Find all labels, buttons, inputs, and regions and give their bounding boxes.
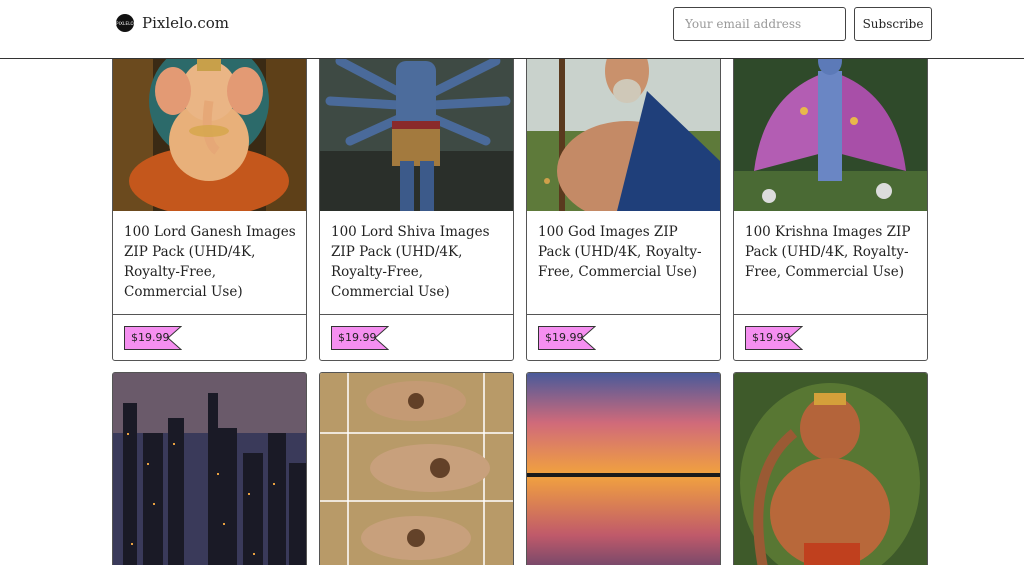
product-card-hanuman[interactable] (733, 372, 928, 565)
site-logo-link[interactable]: PIXLELO Pixlelo.com (116, 14, 229, 32)
card-divider (734, 314, 927, 315)
product-card-shiva[interactable]: 100 Lord Shiva Images ZIP Pack (UHD/4K, … (319, 30, 514, 361)
product-title[interactable]: 100 Lord Ganesh Images ZIP Pack (UHD/4K,… (124, 222, 300, 302)
product-card-krishna[interactable]: 100 Krishna Images ZIP Pack (UHD/4K, Roy… (733, 30, 928, 361)
product-card-city[interactable] (112, 372, 307, 565)
price-tag: $19.99 (124, 326, 182, 350)
product-card-ganesh[interactable]: 100 Lord Ganesh Images ZIP Pack (UHD/4K,… (112, 30, 307, 361)
card-divider (527, 314, 720, 315)
price-label: $19.99 (545, 331, 584, 344)
price-label: $19.99 (752, 331, 791, 344)
email-input[interactable] (673, 7, 846, 41)
product-card-henna[interactable] (319, 372, 514, 565)
site-header: PIXLELO Pixlelo.com Subscribe (0, 0, 1024, 59)
price-tag: $19.99 (745, 326, 803, 350)
card-divider (320, 314, 513, 315)
logo-icon: PIXLELO (116, 14, 134, 32)
subscribe-button[interactable]: Subscribe (854, 7, 932, 41)
product-image-city[interactable] (113, 373, 306, 565)
site-name: Pixlelo.com (142, 14, 230, 32)
product-card-god[interactable]: 100 God Images ZIP Pack (UHD/4K, Royalty… (526, 30, 721, 361)
product-title[interactable]: 100 God Images ZIP Pack (UHD/4K, Royalty… (538, 222, 714, 282)
product-image-sunset[interactable] (527, 373, 720, 565)
product-title[interactable]: 100 Krishna Images ZIP Pack (UHD/4K, Roy… (745, 222, 921, 282)
price-label: $19.99 (338, 331, 377, 344)
price-tag: $19.99 (331, 326, 389, 350)
card-divider (113, 314, 306, 315)
product-title[interactable]: 100 Lord Shiva Images ZIP Pack (UHD/4K, … (331, 222, 507, 302)
product-card-sunset[interactable] (526, 372, 721, 565)
price-label: $19.99 (131, 331, 170, 344)
price-tag: $19.99 (538, 326, 596, 350)
product-image-hanuman[interactable] (734, 373, 927, 565)
product-image-henna[interactable] (320, 373, 513, 565)
